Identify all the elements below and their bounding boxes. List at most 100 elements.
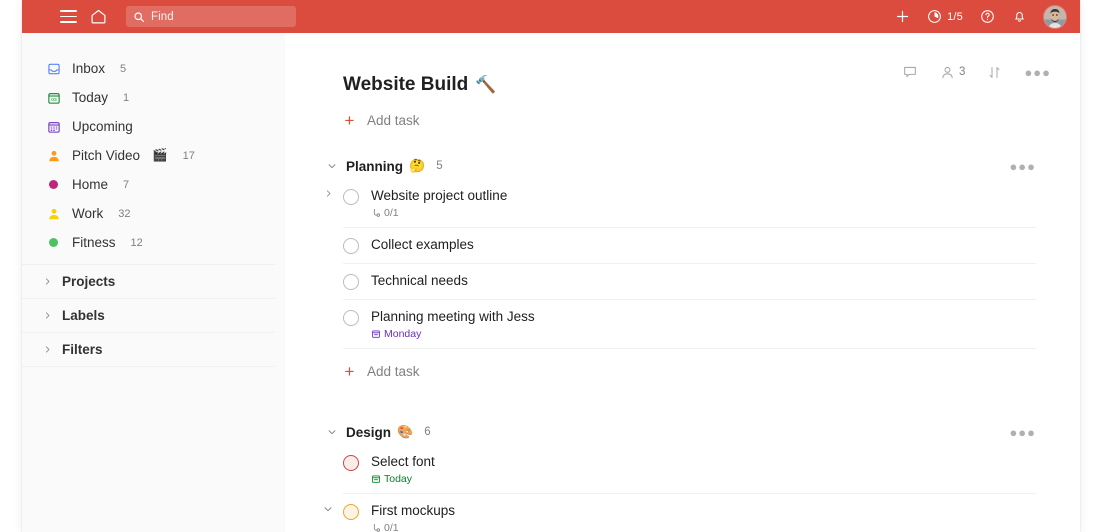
- sort-arrows-icon[interactable]: [987, 65, 1002, 80]
- sidebar-section-label: Filters: [62, 342, 103, 357]
- add-task-section-button[interactable]: + Add task: [343, 361, 1036, 381]
- add-task-label: Add task: [367, 363, 420, 379]
- productivity-button[interactable]: 1/5: [927, 9, 963, 24]
- productivity-count: 1/5: [947, 10, 963, 23]
- chevron-right-icon: [42, 345, 52, 354]
- plus-icon: +: [344, 361, 355, 381]
- project-actions: 3 ●●●: [902, 64, 1051, 80]
- sidebar-item-work[interactable]: Work 32: [22, 199, 285, 228]
- task-name: Select font: [371, 454, 435, 469]
- share-project-button[interactable]: 3: [940, 65, 965, 80]
- sidebar-section-labels[interactable]: Labels: [22, 299, 275, 333]
- person-icon: [46, 206, 61, 221]
- more-options-icon[interactable]: ●●●: [1009, 159, 1036, 174]
- bell-icon[interactable]: [1012, 9, 1027, 24]
- person-icon: [46, 148, 61, 163]
- main-content: Website Build 🔨 3 ●●● + Add task Plannin…: [285, 33, 1080, 532]
- plus-icon: +: [344, 110, 355, 130]
- section-count: 5: [436, 160, 443, 172]
- sidebar-item-count: 5: [120, 62, 127, 75]
- home-icon[interactable]: [90, 8, 107, 25]
- plus-icon[interactable]: [895, 9, 910, 24]
- task-row[interactable]: Planning meeting with Jess Monday: [343, 300, 1036, 349]
- task-checkbox[interactable]: [343, 504, 359, 520]
- sidebar-item-pitch-video[interactable]: Pitch Video 🎬 17: [22, 141, 285, 170]
- dot-icon: [46, 235, 61, 250]
- task-row[interactable]: First mockups 0/1: [324, 494, 1036, 532]
- search-input[interactable]: Find: [126, 6, 296, 27]
- task-list: Planning 🤔 5 ●●● Website project outline: [324, 153, 1036, 532]
- sidebar-item-count: 1: [123, 91, 130, 104]
- chevron-right-icon: [42, 311, 52, 320]
- sidebar-item-label: Work: [72, 206, 104, 221]
- section-name: Planning: [346, 158, 403, 174]
- task-checkbox[interactable]: [343, 238, 359, 254]
- question-mark-icon[interactable]: [980, 9, 995, 24]
- sidebar-section-projects[interactable]: Projects: [22, 264, 275, 299]
- task-checkbox[interactable]: [343, 189, 359, 205]
- add-task-label: Add task: [367, 112, 420, 128]
- dot-icon: [46, 177, 61, 192]
- more-options-icon[interactable]: ●●●: [1009, 425, 1036, 440]
- section-header-design[interactable]: Design 🎨 6 ●●●: [327, 419, 1036, 445]
- inbox-icon: [46, 61, 61, 76]
- task-subtask-count: 0/1: [371, 207, 507, 219]
- calendar-icon: [372, 330, 380, 338]
- task-row[interactable]: Technical needs: [343, 264, 1036, 300]
- chevron-right-icon: [42, 277, 52, 286]
- subtask-icon: [373, 208, 380, 217]
- hamburger-icon[interactable]: [60, 10, 77, 23]
- sidebar-section-filters[interactable]: Filters: [22, 333, 275, 367]
- task-due-date[interactable]: Today: [371, 473, 435, 485]
- sidebar-item-count: 12: [130, 236, 143, 249]
- user-avatar[interactable]: [1044, 5, 1066, 28]
- task-name: Website project outline: [371, 188, 508, 203]
- sidebar-item-upcoming[interactable]: Upcoming: [22, 112, 285, 141]
- artist-palette-emoji: 🎨: [397, 424, 414, 439]
- svg-text:03: 03: [51, 97, 57, 103]
- chevron-down-icon[interactable]: [327, 427, 337, 437]
- sidebar-item-label: Home: [72, 177, 109, 192]
- more-options-icon[interactable]: ●●●: [1024, 65, 1051, 80]
- sidebar-item-label: Fitness: [72, 235, 116, 250]
- sidebar-item-inbox[interactable]: Inbox 5: [22, 54, 285, 83]
- task-name: Planning meeting with Jess: [371, 309, 535, 324]
- sidebar-item-label: Inbox: [72, 61, 106, 76]
- sidebar-item-label: Today: [72, 90, 109, 105]
- calendar-icon: [372, 475, 380, 483]
- task-row[interactable]: Website project outline 0/1: [326, 179, 1036, 228]
- task-name: Collect examples: [371, 237, 474, 252]
- add-task-top-button[interactable]: + Add task: [343, 110, 1080, 130]
- chevron-down-icon[interactable]: [327, 161, 337, 171]
- today-calendar-icon: 03: [46, 90, 61, 105]
- hammer-emoji: 🔨: [475, 75, 497, 94]
- sidebar-item-count: 32: [118, 207, 131, 220]
- task-row[interactable]: Collect examples: [343, 228, 1036, 264]
- task-row[interactable]: Select font Today: [343, 445, 1036, 494]
- sidebar-item-label: Pitch Video: [72, 148, 141, 163]
- task-due-text: Today: [384, 473, 413, 485]
- sidebar-section-label: Projects: [62, 274, 116, 289]
- task-subtask-text: 0/1: [384, 522, 399, 532]
- chevron-down-icon[interactable]: [323, 504, 333, 514]
- search-placeholder: Find: [151, 10, 174, 23]
- sidebar-item-fitness[interactable]: Fitness 12: [22, 228, 285, 257]
- task-due-text: Monday: [384, 328, 422, 340]
- sidebar-item-today[interactable]: 03 Today 1: [22, 83, 285, 112]
- task-checkbox[interactable]: [343, 274, 359, 290]
- comment-bubble-icon[interactable]: [902, 64, 918, 80]
- task-subtask-text: 0/1: [384, 207, 399, 219]
- task-checkbox[interactable]: [343, 310, 359, 326]
- person-icon: [942, 66, 953, 78]
- sidebar-item-home[interactable]: Home 7: [22, 170, 285, 199]
- search-icon: [134, 11, 145, 22]
- task-due-date[interactable]: Monday: [371, 328, 535, 340]
- sidebar-item-count: 17: [182, 149, 195, 162]
- chevron-right-icon[interactable]: [323, 189, 333, 198]
- task-checkbox[interactable]: [343, 455, 359, 471]
- todoist-app-window: Find 1/5 Inbox 5 03 Today 1 Upcoming Pit…: [22, 0, 1080, 532]
- subtask-icon: [373, 523, 380, 532]
- section-header-planning[interactable]: Planning 🤔 5 ●●●: [327, 153, 1036, 179]
- task-subtask-count: 0/1: [371, 522, 455, 532]
- section-name: Design: [346, 424, 392, 440]
